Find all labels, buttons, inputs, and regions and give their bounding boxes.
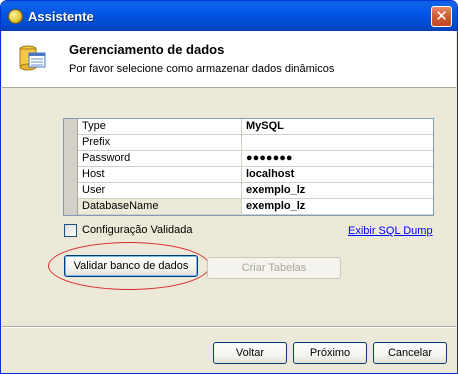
title-bar[interactable]: Assistente ✕: [1, 1, 457, 31]
property-row-type[interactable]: Type MySQL: [78, 119, 433, 135]
page-title: Gerenciamento de dados: [69, 42, 225, 57]
page-subtitle: Por favor selecione como armazenar dados…: [69, 63, 335, 75]
back-button[interactable]: Voltar: [213, 342, 287, 364]
property-row-user[interactable]: User exemplo_lz: [78, 183, 433, 199]
property-key: DatabaseName: [78, 199, 242, 214]
property-row-host[interactable]: Host localhost: [78, 167, 433, 183]
footer-divider: [2, 326, 456, 328]
property-row-databasename[interactable]: DatabaseName exemplo_lz: [78, 199, 433, 215]
close-button[interactable]: ✕: [431, 6, 452, 27]
validate-database-button[interactable]: Validar banco de dados: [64, 255, 198, 277]
property-value[interactable]: [244, 135, 433, 150]
validated-checkbox-label[interactable]: Configuração Validada: [82, 224, 192, 236]
property-value[interactable]: ●●●●●●●: [244, 151, 433, 166]
cancel-button[interactable]: Cancelar: [373, 342, 447, 364]
wizard-window: Assistente ✕ Gerenciamento de dados Por …: [0, 0, 458, 374]
sql-dump-link[interactable]: Exibir SQL Dump: [348, 225, 433, 237]
window-title: Assistente: [28, 9, 94, 24]
database-icon: [19, 45, 46, 71]
property-value[interactable]: exemplo_lz: [244, 183, 433, 198]
property-value[interactable]: MySQL: [244, 119, 433, 134]
property-row-password[interactable]: Password ●●●●●●●: [78, 151, 433, 167]
grid-gutter: [64, 119, 78, 215]
property-key: Password: [78, 151, 242, 166]
property-row-prefix[interactable]: Prefix: [78, 135, 433, 151]
app-icon: [8, 9, 23, 24]
property-value[interactable]: localhost: [244, 167, 433, 182]
property-key: Prefix: [78, 135, 242, 150]
next-button[interactable]: Próximo: [293, 342, 367, 364]
property-grid[interactable]: Type MySQL Prefix Password ●●●●●●● Host …: [63, 118, 434, 216]
property-key: Type: [78, 119, 242, 134]
property-value[interactable]: exemplo_lz: [244, 199, 433, 214]
property-key: Host: [78, 167, 242, 182]
property-key: User: [78, 183, 242, 198]
wizard-header: Gerenciamento de dados Por favor selecio…: [2, 31, 456, 88]
create-tables-button[interactable]: Criar Tabelas: [207, 257, 341, 279]
validated-checkbox[interactable]: [64, 224, 77, 237]
